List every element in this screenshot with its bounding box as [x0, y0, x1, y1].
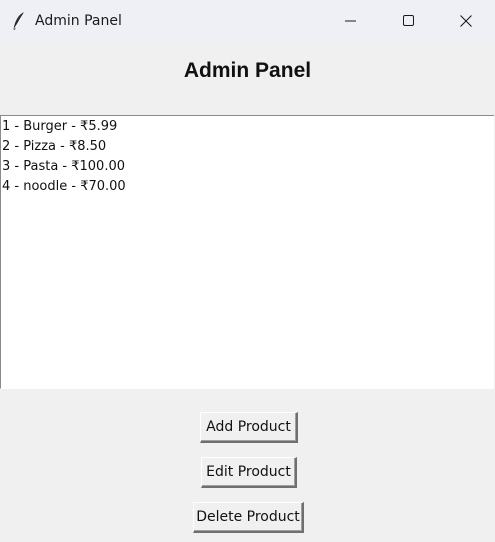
feather-icon [12, 11, 26, 31]
product-listbox[interactable]: 1 - Burger - ₹5.99 2 - Pizza - ₹8.50 3 - P… [0, 115, 494, 389]
add-product-button[interactable]: Add Product [200, 412, 298, 443]
window-title: Admin Panel [35, 13, 122, 29]
list-item[interactable]: 3 - Pasta - ₹100.00 [1, 157, 494, 177]
minimize-icon [345, 20, 356, 22]
admin-panel-window: Admin Panel Admin Panel 1 - Burger - ₹5.… [0, 0, 495, 542]
maximize-icon [403, 15, 414, 26]
minimize-button[interactable] [322, 0, 380, 42]
close-button[interactable] [437, 0, 495, 42]
list-item[interactable]: 4 - noodle - ₹70.00 [1, 177, 494, 197]
maximize-button[interactable] [380, 0, 438, 42]
title-bar[interactable]: Admin Panel [0, 0, 495, 42]
list-item[interactable]: 2 - Pizza - ₹8.50 [1, 137, 494, 157]
edit-product-button[interactable]: Edit Product [201, 457, 297, 488]
page-title: Admin Panel [183, 59, 312, 82]
list-item[interactable]: 1 - Burger - ₹5.99 [1, 117, 494, 137]
product-list: 1 - Burger - ₹5.99 2 - Pizza - ₹8.50 3 - P… [1, 116, 494, 197]
close-icon [460, 15, 472, 27]
delete-product-button[interactable]: Delete Product [193, 502, 304, 533]
